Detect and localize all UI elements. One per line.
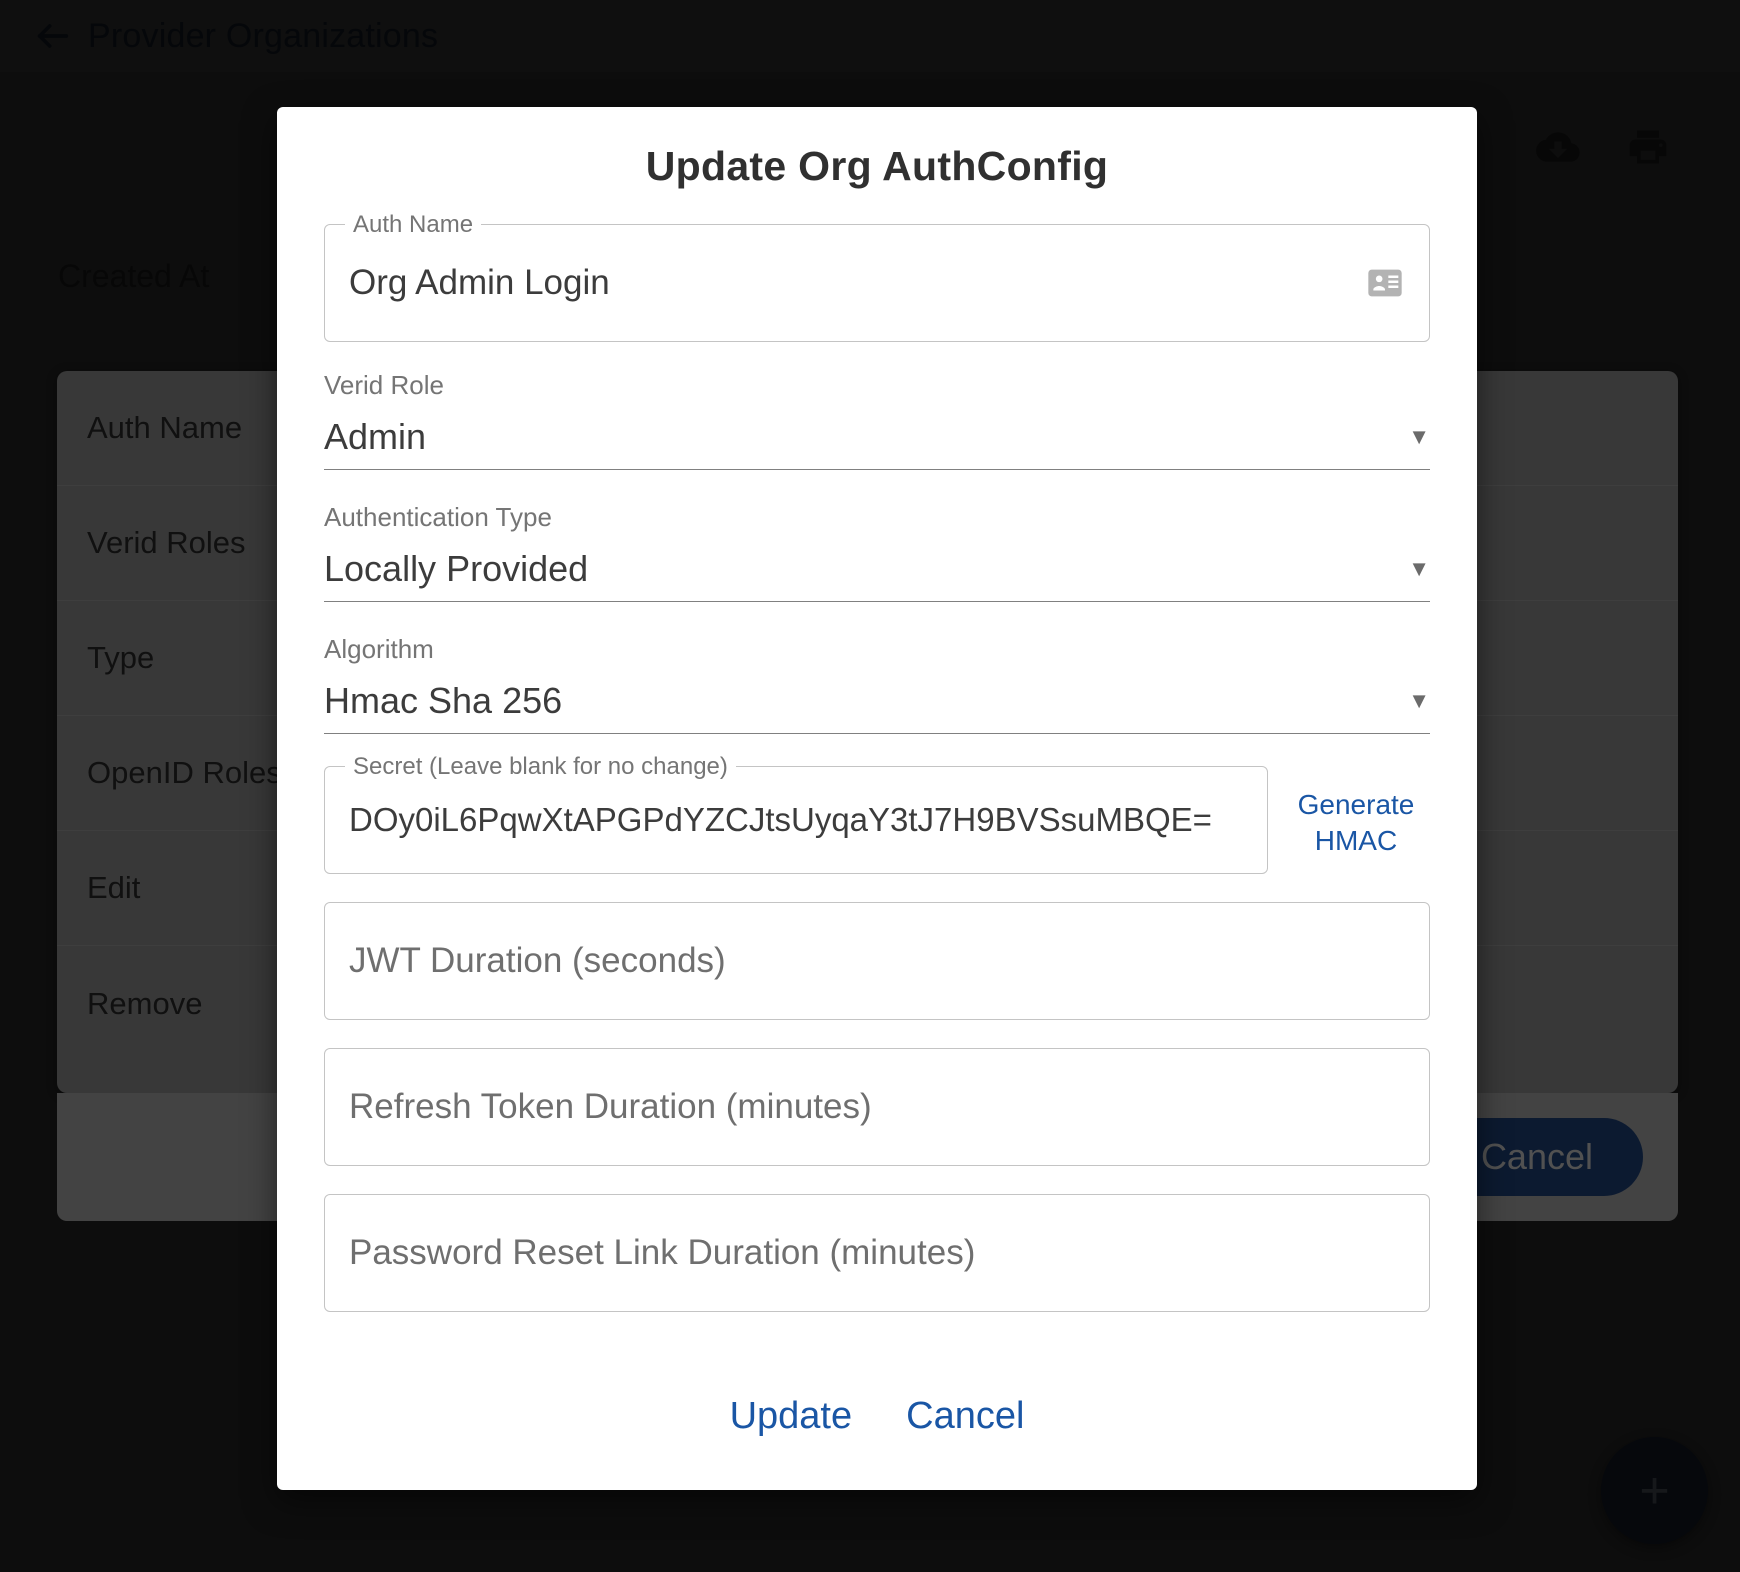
secret-value: DOy0iL6PqwXtAPGPdYZCJtsUyqaY3tJ7H9BVSsuM… (349, 801, 1212, 838)
contact-card-icon[interactable] (1365, 263, 1405, 303)
secret-row: Secret (Leave blank for no change) DOy0i… (324, 753, 1430, 874)
update-button[interactable]: Update (716, 1389, 867, 1444)
chevron-down-icon[interactable]: ▼ (1408, 690, 1430, 712)
authentication-type-value: Locally Provided (324, 548, 589, 589)
verid-role-value: Admin (324, 416, 427, 457)
auth-name-value: Org Admin Login (349, 263, 610, 302)
secret-label: Secret (Leave blank for no change) (345, 753, 736, 781)
algorithm-value: Hmac Sha 256 (324, 680, 563, 721)
authentication-type-select[interactable]: Authentication Type Locally Provided ▼ (324, 502, 1430, 602)
update-org-authconfig-dialog: Update Org AuthConfig Auth Name Org Admi… (277, 107, 1477, 1490)
dialog-cancel-button[interactable]: Cancel (892, 1389, 1038, 1444)
secret-field[interactable]: Secret (Leave blank for no change) DOy0i… (324, 753, 1268, 874)
chevron-down-icon[interactable]: ▼ (1408, 558, 1430, 580)
algorithm-select[interactable]: Algorithm Hmac Sha 256 ▼ (324, 634, 1430, 734)
algorithm-label: Algorithm (324, 634, 434, 664)
refresh-token-duration-field[interactable]: Refresh Token Duration (minutes) (324, 1048, 1430, 1166)
auth-name-label: Auth Name (345, 211, 482, 239)
screen-root: Provider Organizations Created At Auth N… (0, 0, 1740, 1572)
auth-name-field[interactable]: Auth Name Org Admin Login (324, 211, 1430, 342)
chevron-down-icon[interactable]: ▼ (1408, 426, 1430, 448)
refresh-token-duration-placeholder: Refresh Token Duration (minutes) (349, 1087, 872, 1126)
dialog-title: Update Org AuthConfig (645, 143, 1109, 189)
jwt-duration-field[interactable]: JWT Duration (seconds) (324, 902, 1430, 1020)
password-reset-duration-placeholder: Password Reset Link Duration (minutes) (349, 1233, 976, 1272)
verid-role-label: Verid Role (324, 370, 444, 400)
verid-role-select[interactable]: Verid Role Admin ▼ (324, 370, 1430, 470)
dialog-actions: Update Cancel (324, 1389, 1430, 1444)
authentication-type-label: Authentication Type (324, 502, 552, 532)
password-reset-duration-field[interactable]: Password Reset Link Duration (minutes) (324, 1194, 1430, 1312)
generate-hmac-button[interactable]: Generate HMAC (1282, 766, 1430, 874)
jwt-duration-placeholder: JWT Duration (seconds) (349, 941, 726, 980)
